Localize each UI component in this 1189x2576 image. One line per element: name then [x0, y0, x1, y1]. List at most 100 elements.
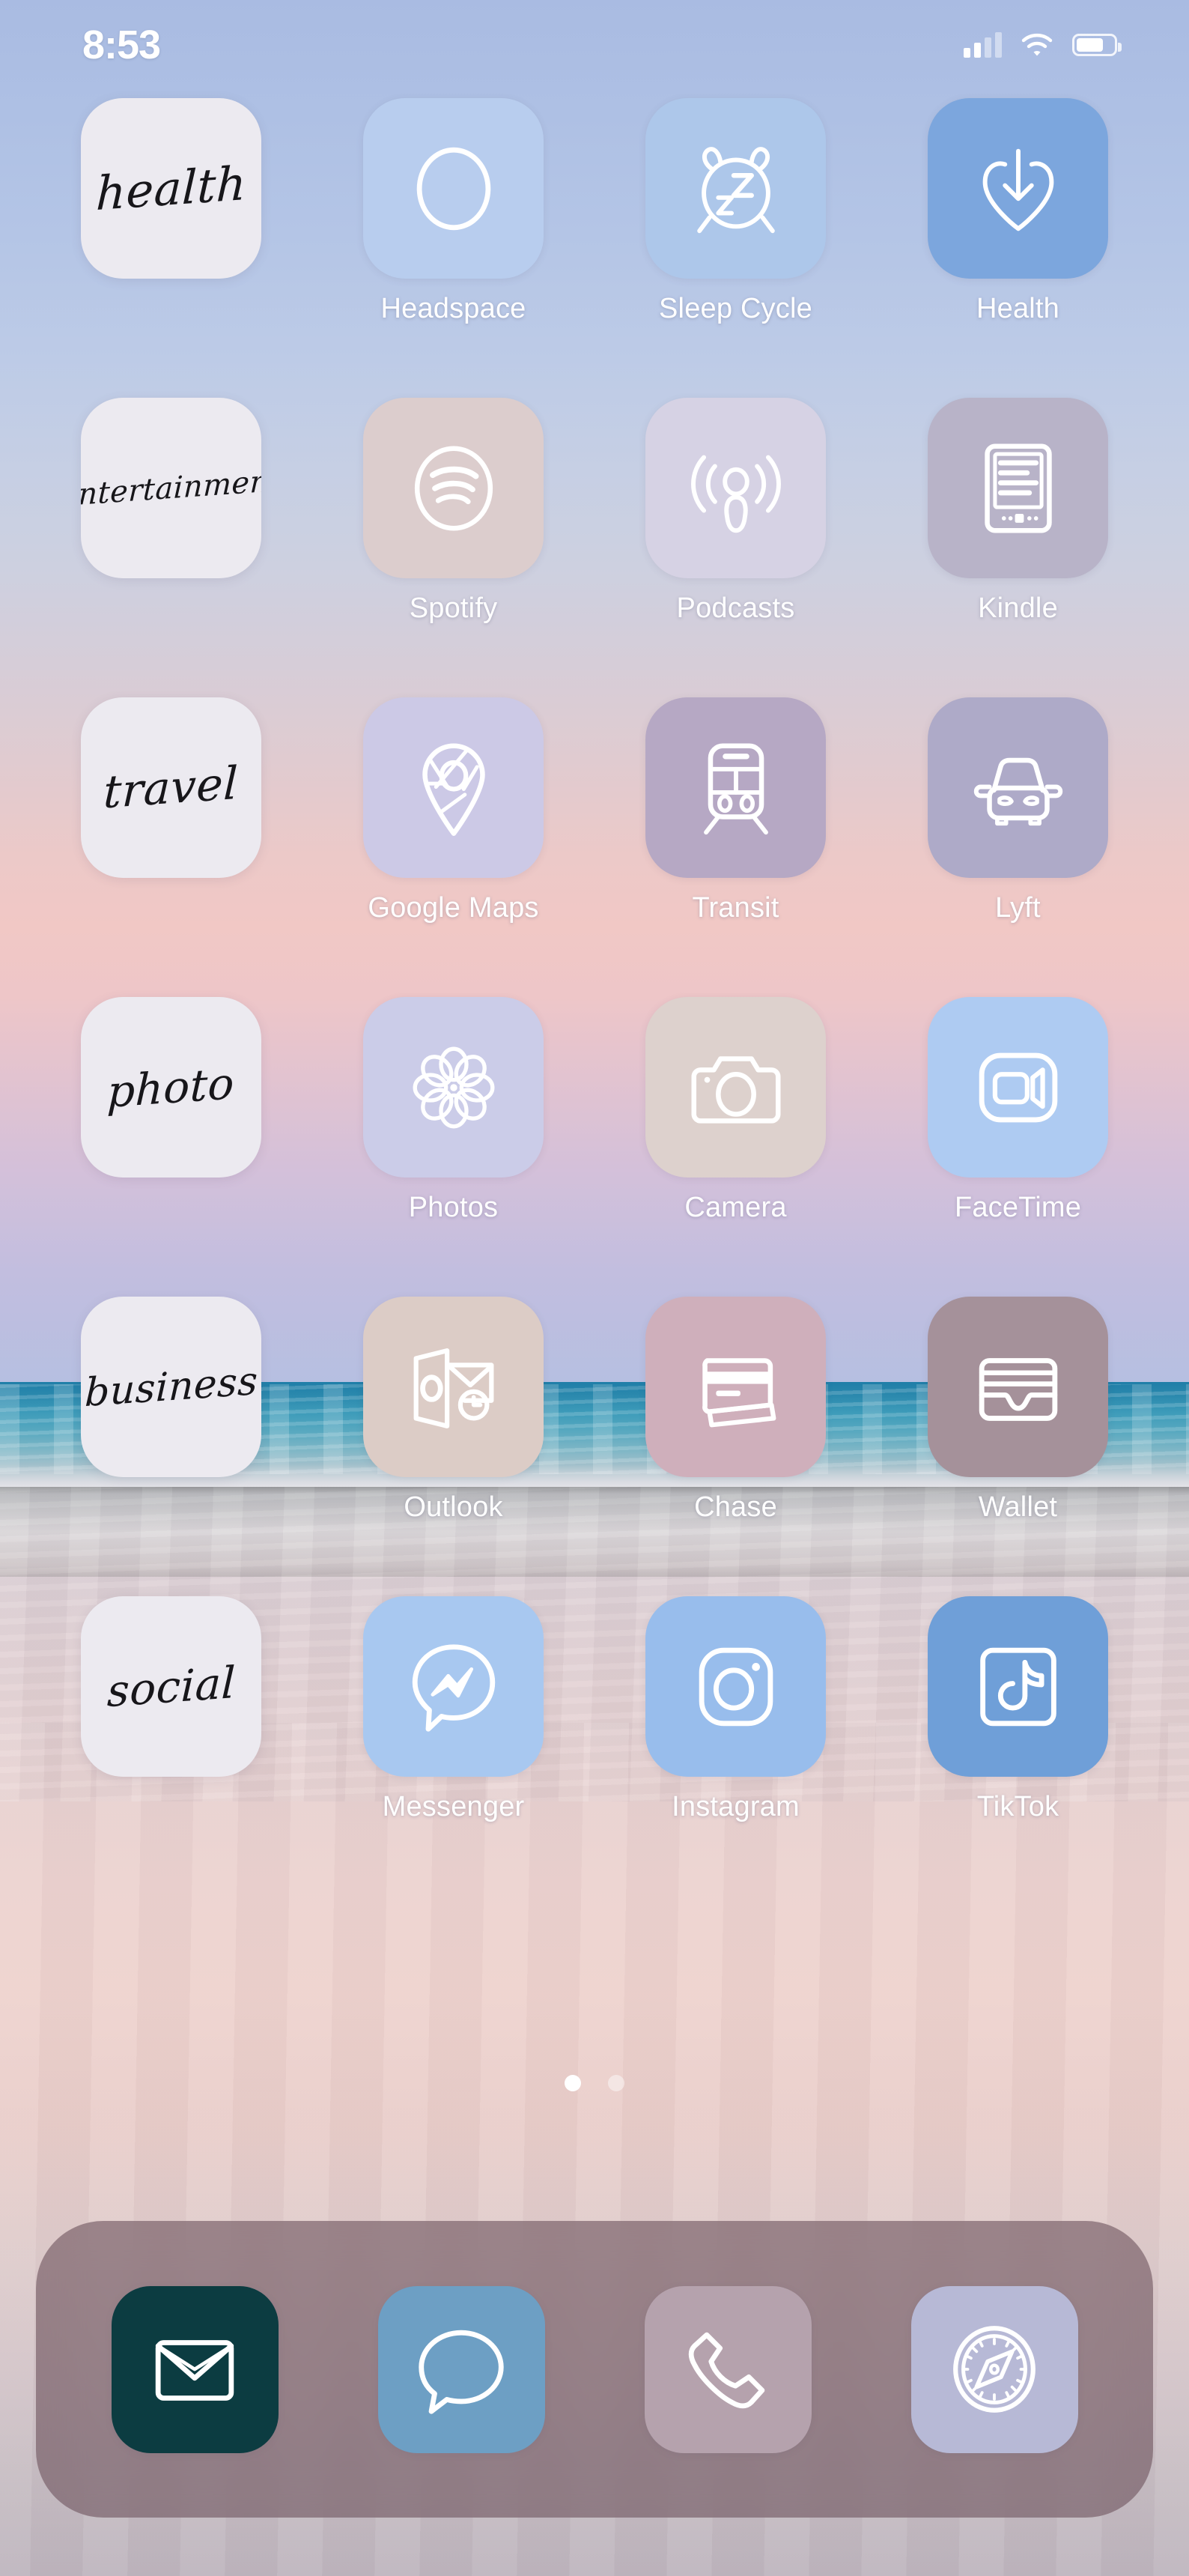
- app-label: TikTok: [976, 1791, 1059, 1822]
- app-cell-sleep-cycle[interactable]: Sleep Cycle: [594, 98, 877, 398]
- app-label: Google Maps: [368, 892, 539, 924]
- dock-app-messages[interactable]: [377, 2285, 545, 2453]
- folder-label-text: social: [106, 1656, 237, 1717]
- camera-icon: [681, 1032, 791, 1143]
- app-cell-tiktok[interactable]: TikTok: [877, 1596, 1159, 1896]
- video-camera-icon: [963, 1032, 1074, 1143]
- folder-label-text: entertainment: [81, 463, 261, 513]
- folder-label-text: health: [94, 155, 248, 221]
- folder-label-tile-entertainment[interactable]: entertainment: [81, 398, 261, 578]
- folder-label-text: photo: [106, 1057, 236, 1118]
- folder-label-tile-health[interactable]: health: [81, 98, 261, 279]
- app-label: Lyft: [995, 892, 1041, 924]
- app-tile-chase[interactable]: [645, 1297, 826, 1477]
- app-label: Messenger: [382, 1791, 525, 1822]
- app-cell-instagram[interactable]: Instagram: [594, 1596, 877, 1896]
- app-label: Sleep Cycle: [659, 293, 812, 324]
- app-tile-camera[interactable]: [645, 997, 826, 1178]
- iphone-home-screen: 8:53 health Headspace Sleep Cycle Health en…: [0, 0, 1189, 2576]
- dock-app-safari[interactable]: [910, 2285, 1078, 2453]
- dock-app-gmail[interactable]: [111, 2285, 279, 2453]
- app-cell-chase[interactable]: Chase: [594, 1297, 877, 1596]
- app-tile-wallet[interactable]: [928, 1297, 1108, 1477]
- envelope-icon: [139, 2314, 250, 2425]
- app-cell-outlook[interactable]: Outlook: [312, 1297, 594, 1596]
- app-label: Podcasts: [676, 593, 795, 624]
- app-cell-google-maps[interactable]: Google Maps: [312, 697, 594, 997]
- app-cell-headspace[interactable]: Headspace: [312, 98, 594, 398]
- dock: [36, 2221, 1153, 2518]
- status-bar-indicators: [964, 32, 1122, 58]
- app-label: Instagram: [672, 1791, 800, 1822]
- folder-label-tile-travel[interactable]: travel: [81, 697, 261, 878]
- folder-label-tile-photo[interactable]: photo: [81, 997, 261, 1178]
- status-bar-clock: 8:53: [82, 22, 161, 67]
- page-dot-1[interactable]: [565, 2075, 581, 2091]
- folder-label-cell-social: social: [30, 1596, 312, 1896]
- circle-outline-icon: [398, 133, 509, 244]
- compass-icon: [939, 2314, 1050, 2425]
- app-tile-podcasts[interactable]: [645, 398, 826, 578]
- battery-icon: [1072, 34, 1122, 56]
- outlook-envelope-clock-icon: [398, 1332, 509, 1443]
- app-tile-photos[interactable]: [363, 997, 544, 1178]
- wifi-icon: [1021, 33, 1053, 56]
- app-cell-health[interactable]: Health: [877, 98, 1159, 398]
- app-cell-camera[interactable]: Camera: [594, 997, 877, 1297]
- app-tile-transit[interactable]: [645, 697, 826, 878]
- app-tile-tiktok[interactable]: [928, 1596, 1108, 1777]
- app-cell-kindle[interactable]: Kindle: [877, 398, 1159, 697]
- app-cell-transit[interactable]: Transit: [594, 697, 877, 997]
- app-tile-messenger[interactable]: [363, 1596, 544, 1777]
- train-front-icon: [681, 733, 791, 843]
- app-tile-facetime[interactable]: [928, 997, 1108, 1178]
- app-label: Camera: [684, 1192, 787, 1223]
- app-tile-spotify[interactable]: [363, 398, 544, 578]
- app-label: Health: [976, 293, 1060, 324]
- app-tile-headspace[interactable]: [363, 98, 544, 279]
- app-cell-messenger[interactable]: Messenger: [312, 1596, 594, 1896]
- app-cell-spotify[interactable]: Spotify: [312, 398, 594, 697]
- app-cell-photos[interactable]: Photos: [312, 997, 594, 1297]
- folder-label-cell-entertainment: entertainment: [30, 398, 312, 697]
- app-tile-outlook[interactable]: [363, 1297, 544, 1477]
- app-label: Wallet: [978, 1491, 1058, 1523]
- heart-download-icon: [963, 133, 1074, 244]
- map-pin-icon: [398, 733, 509, 843]
- folder-label-tile-social[interactable]: social: [81, 1596, 261, 1777]
- app-label: FaceTime: [954, 1192, 1082, 1223]
- phone-handset-icon: [672, 2314, 783, 2425]
- app-cell-lyft[interactable]: Lyft: [877, 697, 1159, 997]
- spotify-waves-icon: [398, 433, 509, 544]
- folder-label-cell-health: health: [30, 98, 312, 398]
- folder-label-text: travel: [103, 757, 240, 819]
- folder-label-cell-travel: travel: [30, 697, 312, 997]
- dock-app-phone[interactable]: [644, 2285, 812, 2453]
- app-cell-wallet[interactable]: Wallet: [877, 1297, 1159, 1596]
- app-tile-google-maps[interactable]: [363, 697, 544, 878]
- wallet-cards-icon: [963, 1332, 1074, 1443]
- app-label: Transit: [692, 892, 779, 924]
- app-tile-kindle[interactable]: [928, 398, 1108, 578]
- folder-label-cell-business: business: [30, 1297, 312, 1596]
- page-dot-2[interactable]: [608, 2075, 624, 2091]
- app-label: Spotify: [409, 593, 498, 624]
- app-tile-instagram[interactable]: [645, 1596, 826, 1777]
- credit-card-icon: [681, 1332, 791, 1443]
- app-tile-sleep-cycle[interactable]: [645, 98, 826, 279]
- status-bar: 8:53: [0, 0, 1189, 90]
- folder-label-cell-photo: photo: [30, 997, 312, 1297]
- alarm-clock-sleep-icon: [681, 133, 791, 244]
- app-tile-lyft[interactable]: [928, 697, 1108, 878]
- app-cell-facetime[interactable]: FaceTime: [877, 997, 1159, 1297]
- messenger-bolt-bubble-icon: [398, 1631, 509, 1742]
- app-cell-podcasts[interactable]: Podcasts: [594, 398, 877, 697]
- speech-bubble-icon: [406, 2314, 517, 2425]
- app-tile-health[interactable]: [928, 98, 1108, 279]
- app-label: Photos: [408, 1192, 499, 1223]
- cellular-signal-icon: [964, 32, 1002, 58]
- tiktok-note-icon: [963, 1631, 1074, 1742]
- page-indicator-dots[interactable]: [0, 2075, 1189, 2091]
- folder-label-tile-business[interactable]: business: [81, 1297, 261, 1477]
- folder-label-text: business: [83, 1358, 259, 1416]
